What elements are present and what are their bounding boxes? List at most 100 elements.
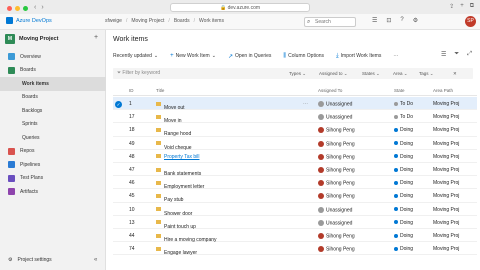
task-icon: [156, 180, 161, 185]
shopping-bag-icon[interactable]: ⊡: [386, 17, 391, 24]
task-icon: [156, 167, 161, 172]
azure-devops-logo[interactable]: Azure DevOps: [6, 17, 52, 24]
sidebar-item-test-plans[interactable]: Test Plans: [0, 172, 106, 186]
open-in-queries-button[interactable]: ↗ Open in Queries: [228, 53, 271, 60]
collapse-sidebar-icon[interactable]: «: [94, 257, 97, 263]
table-row[interactable]: 46 Employment letter Sihong Peng Doing Movin…: [113, 176, 477, 190]
project-header[interactable]: M Moving Project: [5, 34, 58, 44]
work-item-id: 44: [129, 232, 135, 239]
add-icon[interactable]: +: [94, 34, 98, 41]
tabs-icon[interactable]: ⧉: [470, 3, 474, 10]
task-icon: [156, 101, 161, 106]
table-row[interactable]: 18 Range hood Sihong Peng Doing Moving Proj: [113, 123, 477, 137]
area-filter[interactable]: Area ⌄: [393, 71, 408, 77]
assigned-to-filter-label: Assigned to: [319, 71, 343, 76]
work-item-title[interactable]: Engage lawyer: [164, 250, 197, 256]
more-options-icon[interactable]: ⋯: [393, 53, 398, 59]
azure-devops-icon: [6, 17, 13, 24]
breadcrumb-work-items[interactable]: Work items: [199, 18, 224, 24]
column-options-button[interactable]: ⫼ Column Options: [283, 53, 324, 60]
sidebar-item-label: Work items: [22, 80, 49, 87]
table-row[interactable]: 47 Bank statements Sihong Peng Doing Moving …: [113, 163, 477, 177]
zoom-window-button[interactable]: [23, 6, 28, 11]
help-icon[interactable]: ?: [400, 17, 403, 24]
table-row[interactable]: 45 Pay stub Sihong Peng Doing Moving Proj: [113, 189, 477, 203]
sidebar-item-work-items[interactable]: Work items: [0, 77, 106, 91]
assigned-to-cell: Sihong Peng: [318, 166, 355, 173]
types-filter[interactable]: Types ⌄: [289, 71, 306, 77]
sidebar-item-artifacts[interactable]: Artifacts: [0, 185, 106, 199]
clear-filter-icon[interactable]: ✕: [453, 71, 457, 77]
project-name: Moving Project: [19, 36, 59, 42]
sidebar-item-sprints[interactable]: Sprints: [0, 118, 106, 132]
close-window-button[interactable]: [7, 6, 12, 11]
new-tab-icon[interactable]: +: [460, 3, 464, 10]
table-row[interactable]: ✓ 1 Move out ⋯ Unassigned To Do Moving Proj: [113, 97, 477, 111]
search-placeholder: Search: [315, 19, 331, 25]
breadcrumb-org[interactable]: sfweige: [105, 18, 122, 24]
sidebar-item-overview[interactable]: Overview: [0, 50, 106, 64]
table-row[interactable]: 74 Engage lawyer Sihong Peng Doing Moving Pr…: [113, 242, 477, 256]
list-icon[interactable]: ☰: [372, 17, 377, 24]
filter-icon[interactable]: ⏷: [454, 51, 459, 58]
boards-icon: [8, 66, 15, 74]
column-header-area[interactable]: Area Path: [433, 88, 453, 93]
row-more-icon[interactable]: ⋯: [303, 101, 308, 107]
column-header-assigned[interactable]: Assigned To: [318, 88, 342, 93]
fullscreen-icon[interactable]: ⤢: [467, 51, 472, 58]
column-header-state[interactable]: State: [394, 88, 405, 93]
search-input[interactable]: ⌕ Search: [304, 17, 356, 27]
tags-filter[interactable]: Tags ⌄: [419, 71, 434, 77]
breadcrumb-project[interactable]: Moving Project: [131, 18, 164, 24]
sidebar-item-repos[interactable]: Repos: [0, 145, 106, 159]
area-path: Moving Proj: [433, 127, 460, 134]
table-row[interactable]: 49 Void cheque Sihong Peng Doing Moving Proj: [113, 137, 477, 151]
table-row[interactable]: 10 Shower door Unassigned Doing Moving Proj: [113, 203, 477, 217]
back-icon[interactable]: ‹: [34, 4, 36, 11]
import-work-items-button[interactable]: ⤓ Import Work Items: [336, 53, 381, 60]
state-label: Doing: [400, 219, 414, 226]
assignee-name: Unassigned: [326, 101, 353, 108]
plus-icon: +: [170, 53, 174, 59]
table-row[interactable]: 44 Hire a moving company Sihong Peng Doing M…: [113, 229, 477, 243]
test-plans-icon: [8, 174, 15, 182]
view-selector[interactable]: Recently updated ⌄: [113, 53, 158, 59]
state-dot-icon: [394, 101, 398, 106]
share-icon[interactable]: ⇪: [449, 3, 454, 10]
state-cell: Doing: [394, 127, 413, 133]
sidebar-item-pipelines[interactable]: Pipelines: [0, 158, 106, 172]
sidebar-item-label: Boards: [20, 67, 36, 74]
project-settings[interactable]: ⚙ Project settings: [8, 257, 52, 263]
sidebar-item-queries[interactable]: Queries: [0, 131, 106, 145]
address-bar[interactable]: 🔒 dev.azure.com: [170, 3, 310, 12]
work-item-id: 74: [129, 246, 135, 253]
sidebar-item-boards[interactable]: Boards: [0, 64, 106, 78]
column-header-title[interactable]: Title: [156, 88, 164, 93]
forward-icon[interactable]: ›: [41, 4, 43, 11]
new-work-item-button[interactable]: + New Work Item ⌄: [170, 53, 216, 59]
assigned-to-filter[interactable]: Assigned to ⌄: [319, 71, 348, 77]
state-dot-icon: [394, 154, 398, 159]
states-filter[interactable]: States ⌄: [362, 71, 380, 77]
table-row[interactable]: 17 Move in Unassigned To Do Moving Proj: [113, 110, 477, 124]
minimize-window-button[interactable]: [15, 6, 20, 11]
breadcrumb-separator: /: [193, 18, 196, 24]
work-item-title-cell: Move out: [156, 101, 185, 111]
filter-input[interactable]: ⏷ Filter by keyword: [117, 70, 160, 76]
topbar-icons: ☰ ⊡ ? ⚙: [372, 17, 418, 24]
work-item-title-cell: Pay stub: [156, 193, 183, 203]
task-icon: [156, 193, 161, 198]
table-row[interactable]: 48 Property Tax bill Sihong Peng Doing Movin…: [113, 150, 477, 163]
sidebar-item-backlogs[interactable]: Backlogs: [0, 104, 106, 118]
state-dot-icon: [394, 193, 398, 198]
avatar[interactable]: SP: [465, 16, 476, 27]
view-options-icon[interactable]: ☰: [441, 51, 446, 58]
sidebar-item-boards[interactable]: Boards: [0, 91, 106, 105]
breadcrumb-boards[interactable]: Boards: [174, 18, 190, 24]
table-row[interactable]: 13 Paint touch up Unassigned Doing Moving Pr…: [113, 216, 477, 230]
user-settings-icon[interactable]: ⚙: [413, 17, 418, 24]
checkmark-icon[interactable]: ✓: [115, 101, 122, 108]
column-header-id[interactable]: ID: [129, 88, 134, 93]
area-path: Moving Proj: [433, 219, 460, 226]
work-item-title[interactable]: Property Tax bill: [164, 154, 199, 160]
